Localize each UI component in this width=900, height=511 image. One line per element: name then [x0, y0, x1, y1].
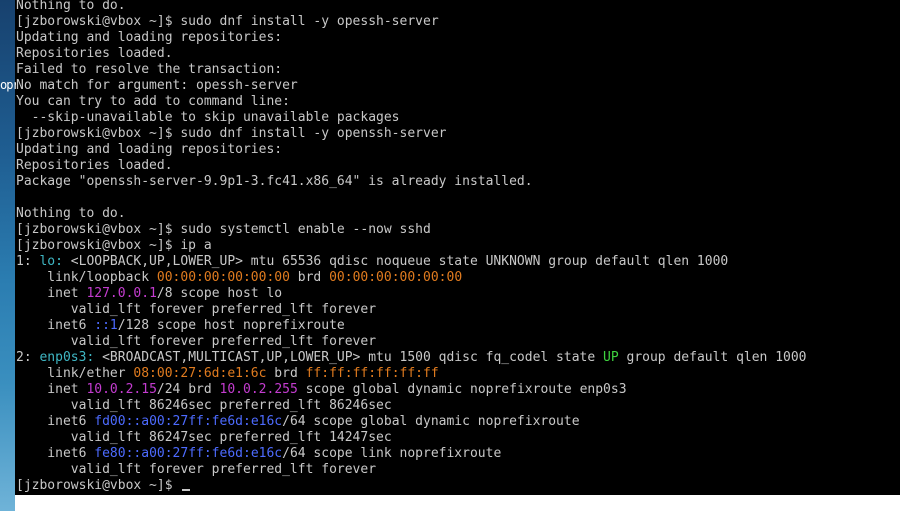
terminal-text-segment: Nothing to do.	[16, 0, 126, 13]
window-bottom-border	[15, 495, 900, 511]
terminal-text-segment: --skip-unavailable to skip unavailable p…	[16, 110, 400, 125]
terminal-text-segment: [jzborowski@vbox ~]$ sudo dnf install -y…	[16, 126, 447, 141]
terminal-text-segment: scope global dynamic noprefixroute enp0s…	[297, 382, 627, 397]
terminal-line: 2: enp0s3: <BROADCAST,MULTICAST,UP,LOWER…	[16, 350, 900, 366]
terminal-text-segment: 10.0.2.15	[86, 382, 157, 397]
terminal-text-segment: valid_lft forever preferred_lft forever	[16, 462, 377, 477]
terminal-text-segment: inet6	[16, 446, 95, 461]
terminal-text-segment: Repositories loaded.	[16, 158, 173, 173]
terminal-text-segment: UP	[603, 350, 619, 365]
terminal-line: [jzborowski@vbox ~]$ sudo systemctl enab…	[16, 222, 900, 238]
terminal-line: No match for argument: opessh-server	[16, 78, 900, 94]
terminal-text-segment: brd	[266, 366, 306, 381]
terminal-text-segment: valid_lft 86247sec preferred_lft 14247se…	[16, 430, 392, 445]
terminal-text-segment: fe80::a00:27ff:fe6d:e16c	[94, 446, 283, 461]
text-cursor	[182, 489, 191, 491]
terminal-line: --skip-unavailable to skip unavailable p…	[16, 110, 900, 126]
terminal-text-segment: No match for argument: opessh-server	[16, 78, 298, 93]
terminal-text-segment: Repositories loaded.	[16, 46, 173, 61]
terminal-text-segment: <LOOPBACK,UP,LOWER_UP> mtu 65536 qdisc n…	[62, 254, 729, 269]
terminal-line: inet6 fe80::a00:27ff:fe6d:e16c/64 scope …	[16, 446, 900, 462]
terminal-text-segment: link/ether	[16, 366, 134, 381]
terminal-text-segment: 2:	[16, 350, 40, 365]
terminal-text-segment: 00:00:00:00:00:00	[156, 270, 290, 285]
terminal-text-segment: Updating and loading repositories:	[16, 30, 283, 45]
terminal-text-segment: inet6	[16, 414, 95, 429]
terminal-text-segment: 1:	[16, 254, 40, 269]
terminal-line: 1: lo: <LOOPBACK,UP,LOWER_UP> mtu 65536 …	[16, 254, 900, 270]
terminal-text-segment: Nothing to do.	[16, 206, 126, 221]
terminal-line: valid_lft 86247sec preferred_lft 14247se…	[16, 430, 900, 446]
terminal-text-segment: 127.0.0.1	[86, 286, 157, 301]
terminal-line: Nothing to do.	[16, 206, 900, 222]
terminal-text-segment: [jzborowski@vbox ~]$	[16, 478, 181, 493]
terminal-line: Nothing to do.	[16, 0, 900, 14]
terminal-text-segment: inet6	[16, 318, 95, 333]
terminal-text-segment: [jzborowski@vbox ~]$ ip a	[16, 238, 212, 253]
terminal-text-segment: [jzborowski@vbox ~]$ sudo dnf install -y…	[16, 14, 439, 29]
terminal-line: inet6 ::1/128 scope host noprefixroute	[16, 318, 900, 334]
terminal-text-segment: Failed to resolve the transaction:	[16, 62, 283, 77]
terminal-line: Updating and loading repositories:	[16, 30, 900, 46]
terminal-text-segment: /64 scope global dynamic noprefixroute	[282, 414, 580, 429]
terminal-line: Repositories loaded.	[16, 158, 900, 174]
terminal-window[interactable]: Nothing to do. [jzborowski@vbox ~]$ sudo …	[15, 0, 900, 495]
terminal-line: Package "openssh-server-9.9p1-3.fc41.x86…	[16, 174, 900, 190]
terminal-text-segment: enp0s3:	[39, 350, 95, 365]
terminal-line: link/loopback 00:00:00:00:00:00 brd 00:0…	[16, 270, 900, 286]
terminal-line: Repositories loaded.	[16, 46, 900, 62]
terminal-text-segment: link/loopback	[16, 270, 157, 285]
terminal-text-segment: valid_lft forever preferred_lft forever	[16, 334, 377, 349]
terminal-text-segment: lo:	[39, 254, 63, 269]
terminal-line: inet6 fd00::a00:27ff:fe6d:e16c/64 scope …	[16, 414, 900, 430]
desktop-background	[0, 0, 16, 511]
terminal-text-segment: 10.0.2.255	[219, 382, 298, 397]
terminal-text-segment: /24 brd	[156, 382, 220, 397]
terminal-text-segment: 00:00:00:00:00:00	[329, 270, 463, 285]
terminal-line: [jzborowski@vbox ~]$ sudo dnf install -y…	[16, 126, 900, 142]
terminal-text-segment: /8 scope host lo	[156, 286, 283, 301]
terminal-text-segment: You can try to add to command line:	[16, 94, 290, 109]
terminal-line: link/ether 08:00:27:6d:e1:6c brd ff:ff:f…	[16, 366, 900, 382]
terminal-line: valid_lft forever preferred_lft forever	[16, 334, 900, 350]
terminal-line: [jzborowski@vbox ~]$ ip a	[16, 238, 900, 254]
terminal-line: Updating and loading repositories:	[16, 142, 900, 158]
terminal-text-segment: ::1	[94, 318, 118, 333]
terminal-text-segment: fd00::a00:27ff:fe6d:e16c	[94, 414, 283, 429]
terminal-text-segment: [jzborowski@vbox ~]$ sudo systemctl enab…	[16, 222, 431, 237]
terminal-text-segment: ff:ff:ff:ff:ff:ff	[305, 366, 439, 381]
terminal-output: Nothing to do. [jzborowski@vbox ~]$ sudo …	[16, 0, 900, 494]
terminal-line: valid_lft 86246sec preferred_lft 86246se…	[16, 398, 900, 414]
terminal-text-segment: Package "openssh-server-9.9p1-3.fc41.x86…	[16, 174, 533, 189]
terminal-line: valid_lft forever preferred_lft forever	[16, 302, 900, 318]
terminal-text-segment: valid_lft 86246sec preferred_lft 86246se…	[16, 398, 392, 413]
terminal-line: Failed to resolve the transaction:	[16, 62, 900, 78]
terminal-text-segment: brd	[289, 270, 330, 285]
terminal-line: [jzborowski@vbox ~]$ sudo dnf install -y…	[16, 14, 900, 30]
terminal-text-segment: <BROADCAST,MULTICAST,UP,LOWER_UP> mtu 15…	[94, 350, 604, 365]
terminal-line: [jzborowski@vbox ~]$	[16, 478, 900, 494]
desktop-icon-label: opr	[0, 78, 16, 92]
terminal-text-segment: /128 scope host noprefixroute	[117, 318, 345, 333]
terminal-text-segment: valid_lft forever preferred_lft forever	[16, 302, 377, 317]
terminal-text-segment: /64 scope link noprefixroute	[282, 446, 502, 461]
terminal-line: You can try to add to command line:	[16, 94, 900, 110]
terminal-line: valid_lft forever preferred_lft forever	[16, 462, 900, 478]
terminal-text-segment: group default qlen 1000	[618, 350, 807, 365]
terminal-text-segment: inet	[16, 382, 87, 397]
terminal-text-segment: inet	[16, 286, 87, 301]
terminal-text-segment: Updating and loading repositories:	[16, 142, 283, 157]
terminal-line: inet 127.0.0.1/8 scope host lo	[16, 286, 900, 302]
terminal-text-segment: 08:00:27:6d:e1:6c	[133, 366, 267, 381]
terminal-line: inet 10.0.2.15/24 brd 10.0.2.255 scope g…	[16, 382, 900, 398]
